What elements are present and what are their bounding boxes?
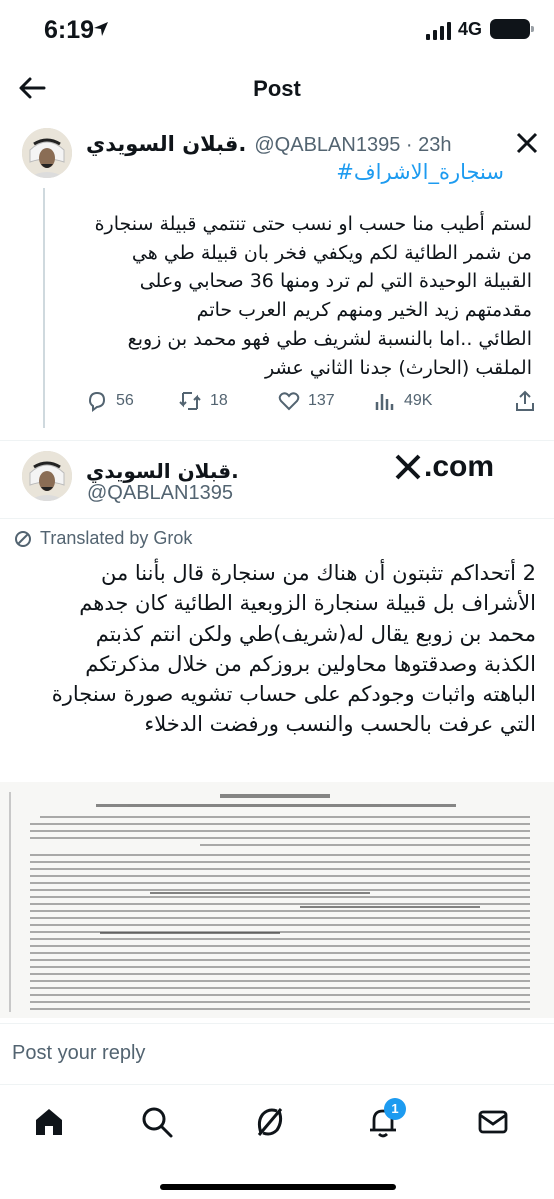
views-icon <box>375 394 394 410</box>
site-label: .com <box>424 450 495 483</box>
avatar-image <box>22 128 72 178</box>
quoted-author-name: قبلان السويدي. <box>86 459 239 483</box>
repost-button[interactable]: 18 <box>178 390 228 412</box>
share-icon <box>516 390 534 411</box>
repost-icon <box>179 392 201 410</box>
like-icon <box>278 392 300 411</box>
home-indicator <box>160 1184 396 1190</box>
x-logo-icon <box>516 132 538 154</box>
author-avatar[interactable] <box>22 128 72 178</box>
reply-bar <box>0 1023 554 1081</box>
document-scan <box>0 782 554 1018</box>
hashtag-link[interactable]: #سنجارة_الاشراف <box>336 160 504 184</box>
messages-icon <box>478 1110 508 1134</box>
reply-icon <box>88 391 106 412</box>
reply-count: 56 <box>116 392 134 409</box>
document-image[interactable] <box>0 782 554 1018</box>
bottom-nav: 1 <box>0 1084 554 1199</box>
author-handle-time[interactable]: @QABLAN1395 · 23h <box>254 134 451 157</box>
like-button[interactable]: 137 <box>278 390 335 412</box>
nav-grok[interactable] <box>253 1105 289 1141</box>
home-icon <box>36 1109 62 1135</box>
tweet-actions: 56 18 137 49K <box>86 390 536 416</box>
views-button[interactable]: 49K <box>374 390 432 412</box>
signal-icon <box>426 22 451 40</box>
repost-count: 18 <box>210 392 228 409</box>
share-button[interactable] <box>514 390 536 412</box>
post-header: Post <box>0 58 554 118</box>
grok-icon <box>257 1108 283 1136</box>
battery-icon <box>490 19 534 39</box>
tweet-author-line: قبلان السويدي. @QABLAN1395 · 23h <box>86 132 451 157</box>
search-icon <box>142 1107 173 1138</box>
quoted-author-avatar <box>22 451 72 501</box>
quoted-author-handle: @QABLAN1395 <box>87 482 233 504</box>
views-count: 49K <box>404 392 433 409</box>
divider <box>0 440 554 441</box>
nav-notifications[interactable]: 1 <box>366 1098 406 1141</box>
location-arrow-icon <box>94 22 108 36</box>
grok-icon <box>15 530 31 547</box>
page-title: Post <box>253 76 301 101</box>
x-logo-icon <box>395 454 421 480</box>
status-time: 6:19 <box>44 16 95 44</box>
divider <box>0 518 554 519</box>
nav-messages[interactable] <box>476 1105 512 1141</box>
status-bar: 6:19 4G <box>0 0 554 58</box>
like-count: 137 <box>308 392 335 409</box>
notifications-badge: 1 <box>384 1098 406 1120</box>
x-com-watermark: .com <box>394 450 494 484</box>
network-type: 4G <box>458 19 483 39</box>
avatar-image <box>22 451 72 501</box>
reply-button[interactable]: 56 <box>86 390 134 412</box>
thread-line <box>43 188 45 428</box>
author-name[interactable]: قبلان السويدي. <box>86 132 246 156</box>
nav-home[interactable] <box>32 1105 68 1141</box>
nav-search[interactable] <box>140 1105 176 1141</box>
reply-input[interactable] <box>12 1032 542 1074</box>
translated-by-grok[interactable]: Translated by Grok <box>14 528 192 549</box>
translated-label: Translated by Grok <box>40 528 193 548</box>
quoted-text: 2 أتحداكم تثبتون أن هناك من سنجارة قال ب… <box>51 561 536 737</box>
tweet-text: لستم أطيب منا حسب او نسب حتى تنتمي قبيلة… <box>94 213 532 379</box>
